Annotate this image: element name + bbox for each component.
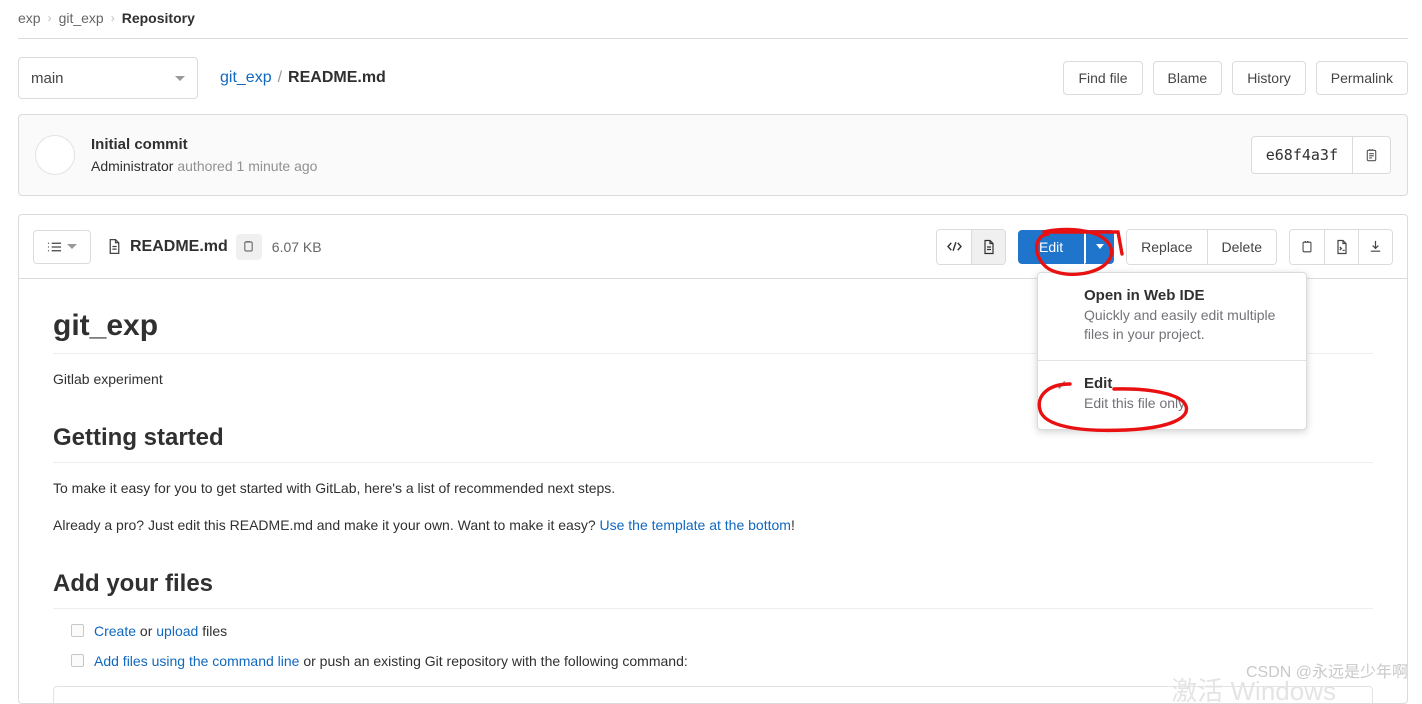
task-text: Create or upload files bbox=[94, 621, 227, 642]
history-button[interactable]: History bbox=[1232, 61, 1306, 95]
breadcrumb-separator-icon: › bbox=[47, 11, 52, 25]
commit-sha-group: e68f4a3f bbox=[1250, 136, 1391, 174]
find-file-button[interactable]: Find file bbox=[1063, 61, 1143, 95]
chevron-down-icon bbox=[175, 75, 185, 81]
breadcrumb-item-exp[interactable]: exp bbox=[18, 10, 41, 26]
task-tail: or push an existing Git repository with … bbox=[299, 653, 688, 670]
readme-paragraph-2-tail: ! bbox=[790, 516, 795, 533]
task-text: Add files using the command line or push… bbox=[94, 651, 688, 672]
breadcrumb-item-git-exp[interactable]: git_exp bbox=[59, 10, 104, 26]
commit-author[interactable]: Administrator bbox=[91, 158, 173, 174]
dropdown-item-open-in-web-ide[interactable]: Open in Web IDE Quickly and easily edit … bbox=[1038, 273, 1306, 360]
commit-author-line: Administrator authored 1 minute ago bbox=[91, 156, 317, 176]
readme-heading-add-your-files: Add your files bbox=[53, 570, 1373, 610]
readme-paragraph-2-text: Already a pro? Just edit this README.md … bbox=[53, 516, 600, 533]
readme-task-list: Create or upload files Add files using t… bbox=[53, 621, 1373, 672]
template-link[interactable]: Use the template at the bottom bbox=[600, 517, 791, 533]
check-icon: ✓ bbox=[1056, 376, 1068, 393]
view-mode-toggle-group bbox=[936, 228, 1007, 265]
edit-button[interactable]: Edit bbox=[1018, 229, 1085, 264]
breadcrumb: exp › git_exp › Repository bbox=[0, 0, 1422, 30]
header-divider bbox=[18, 38, 1408, 39]
file-toolbar: README.md 6.07 KB Edit Replace Delete bbox=[19, 215, 1407, 279]
upload-link[interactable]: upload bbox=[156, 623, 198, 639]
breadcrumb-separator-icon: › bbox=[110, 11, 115, 25]
replace-button[interactable]: Replace bbox=[1127, 229, 1207, 264]
branch-selector-label: main bbox=[31, 69, 64, 87]
view-source-button[interactable] bbox=[937, 229, 972, 264]
view-rendered-button[interactable] bbox=[971, 229, 1006, 264]
command-line-link[interactable]: Add files using the command line bbox=[94, 653, 299, 669]
chevron-down-icon bbox=[1095, 244, 1104, 249]
repository-actions: Find file Blame History Permalink bbox=[1063, 61, 1408, 95]
file-toolbar-actions: Edit Replace Delete bbox=[936, 228, 1393, 265]
task-checkbox[interactable] bbox=[71, 624, 84, 638]
document-icon bbox=[109, 238, 120, 255]
chevron-down-icon bbox=[67, 244, 77, 249]
download-button[interactable] bbox=[1358, 229, 1392, 264]
task-checkbox[interactable] bbox=[71, 654, 84, 668]
open-raw-button[interactable] bbox=[1324, 229, 1358, 264]
copy-file-contents-button[interactable] bbox=[1290, 229, 1324, 264]
file-name-group: README.md 6.07 KB bbox=[107, 233, 322, 260]
permalink-button[interactable]: Permalink bbox=[1315, 61, 1408, 95]
clipboard-icon bbox=[1302, 240, 1312, 252]
file-list-toggle[interactable] bbox=[33, 229, 91, 264]
dropdown-item-title: Open in Web IDE bbox=[1084, 287, 1205, 304]
commit-info: Initial commit Administrator authored 1 … bbox=[91, 134, 317, 176]
dropdown-item-description: Quickly and easily edit multiple files i… bbox=[1084, 307, 1276, 342]
list-bullet-icon bbox=[47, 242, 62, 251]
path-project-link[interactable]: git_exp bbox=[220, 69, 272, 87]
commit-timestamp: authored 1 minute ago bbox=[177, 157, 318, 174]
ref-path-row: main git_exp / README.md Find file Blame… bbox=[18, 56, 1408, 100]
path-separator: / bbox=[277, 69, 283, 86]
file-utility-group bbox=[1289, 228, 1393, 265]
readme-paragraph-2: Already a pro? Just edit this README.md … bbox=[53, 514, 1373, 536]
replace-delete-group: Replace Delete bbox=[1126, 228, 1277, 265]
task-tail: files bbox=[198, 623, 228, 640]
file-path-breadcrumb: git_exp / README.md bbox=[220, 69, 386, 87]
raw-file-icon bbox=[1336, 239, 1347, 254]
path-file-name: README.md bbox=[288, 69, 386, 86]
edit-dropdown-toggle[interactable] bbox=[1084, 229, 1115, 264]
dropdown-item-edit[interactable]: ✓ Edit Edit this file only. bbox=[1038, 359, 1306, 429]
document-icon bbox=[983, 239, 994, 254]
download-icon bbox=[1370, 240, 1381, 252]
blame-button[interactable]: Blame bbox=[1152, 61, 1223, 95]
commit-sha[interactable]: e68f4a3f bbox=[1252, 137, 1352, 173]
readme-paragraph-1: To make it easy for you to get started w… bbox=[53, 480, 616, 497]
avatar bbox=[35, 135, 75, 175]
file-size: 6.07 KB bbox=[271, 238, 322, 255]
list-item: Add files using the command line or push… bbox=[71, 651, 1373, 672]
commit-message[interactable]: Initial commit bbox=[91, 134, 317, 156]
task-mid: or bbox=[136, 623, 157, 640]
edit-split-button: Edit bbox=[1018, 229, 1115, 264]
clipboard-icon[interactable] bbox=[235, 233, 262, 260]
dropdown-item-description: Edit this file only. bbox=[1084, 394, 1189, 411]
create-link[interactable]: Create bbox=[94, 623, 136, 639]
breadcrumb-item-repository: Repository bbox=[121, 10, 195, 26]
edit-dropdown-menu: Open in Web IDE Quickly and easily edit … bbox=[1037, 272, 1307, 430]
branch-selector[interactable]: main bbox=[18, 57, 198, 99]
delete-button[interactable]: Delete bbox=[1206, 229, 1276, 264]
list-item: Create or upload files bbox=[71, 621, 1373, 642]
gitlab-repository-file-page: exp › git_exp › Repository main git_exp … bbox=[0, 0, 1422, 704]
readme-heading-getting-started: Getting started bbox=[53, 424, 1373, 464]
last-commit-panel: Initial commit Administrator authored 1 … bbox=[18, 114, 1408, 196]
csdn-watermark: CSDN @永远是少年啊 bbox=[1245, 664, 1408, 681]
clipboard-icon[interactable] bbox=[1352, 137, 1390, 173]
dropdown-item-title: Edit bbox=[1084, 374, 1113, 392]
file-name: README.md bbox=[130, 237, 228, 255]
code-brackets-icon bbox=[946, 242, 962, 251]
